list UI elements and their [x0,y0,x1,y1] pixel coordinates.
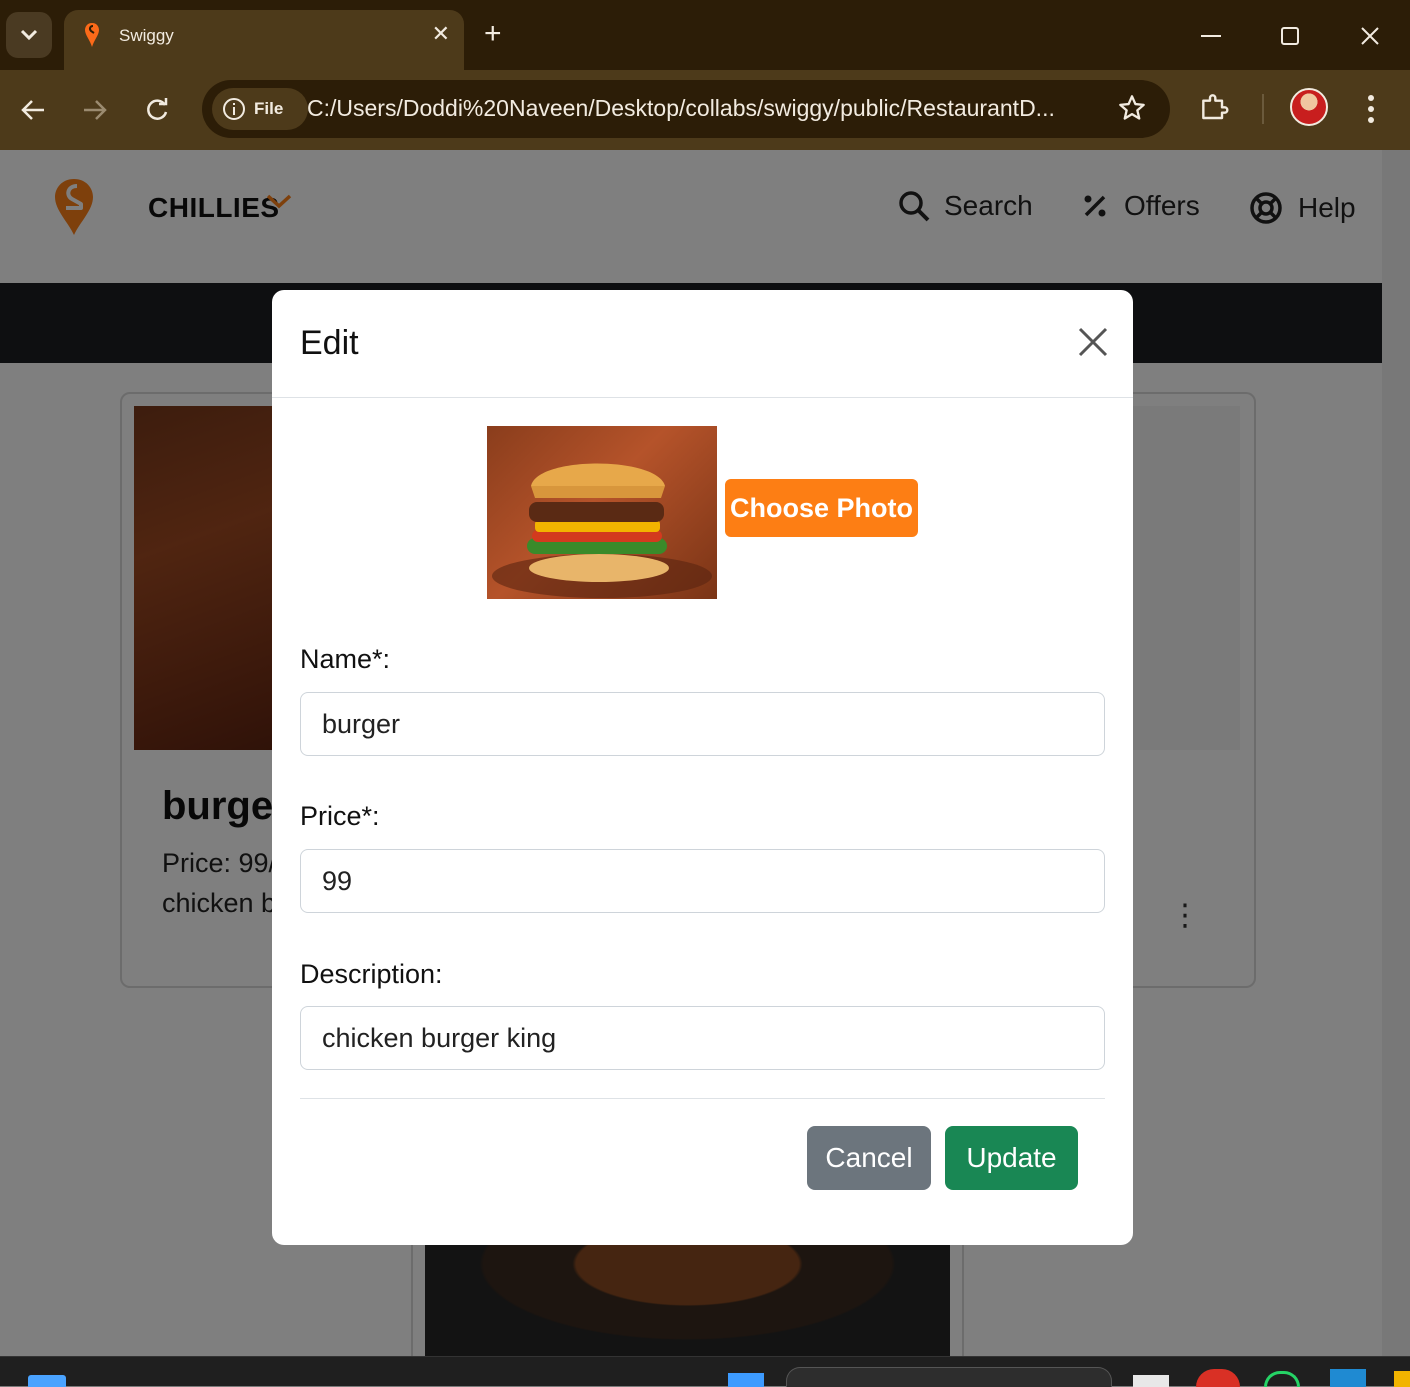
info-icon [223,98,245,120]
update-button[interactable]: Update [945,1126,1078,1190]
choose-photo-button[interactable]: Choose Photo [725,479,918,537]
minimize-icon[interactable] [1191,18,1231,54]
url-text[interactable]: C:/Users/Doddi%20Naveen/Desktop/collabs/… [307,95,1097,122]
maximize-icon[interactable] [1270,18,1310,54]
browser-tab[interactable]: Swiggy ✕ [64,10,464,70]
edit-modal: Edit Choose Photo Name*: Price*: Descrip… [272,290,1133,1245]
chrome-taskbar-icon[interactable] [1196,1369,1240,1387]
close-icon[interactable]: ✕ [432,21,450,47]
close-window-icon[interactable] [1350,18,1390,54]
os-taskbar [0,1356,1410,1387]
modal-title: Edit [300,324,359,362]
toolbar-separator [1262,94,1264,124]
taskbar-app-icon[interactable] [1133,1375,1169,1387]
vscode-taskbar-icon[interactable] [1330,1369,1366,1387]
price-label: Price*: [300,801,380,831]
menu-icon[interactable] [1356,92,1386,126]
taskbar-app-icon[interactable] [1394,1371,1410,1387]
forward-icon[interactable] [75,90,115,130]
price-field[interactable] [300,849,1105,913]
name-label: Name*: [300,644,391,674]
browser-toolbar: File C:/Users/Doddi%20Naveen/Desktop/col… [0,70,1410,150]
description-field[interactable] [300,1006,1105,1070]
windows-start-icon[interactable] [728,1373,764,1387]
cancel-button[interactable]: Cancel [807,1126,931,1190]
site-info-chip[interactable]: File [212,88,308,130]
address-bar[interactable]: File C:/Users/Doddi%20Naveen/Desktop/col… [202,80,1170,138]
profile-avatar[interactable] [1290,88,1328,126]
back-icon[interactable] [13,90,53,130]
plus-icon[interactable]: + [484,16,502,52]
close-icon[interactable] [1077,326,1109,358]
description-label: Description: [300,959,443,989]
chevron-down-icon [20,29,38,41]
tab-list-button[interactable] [6,12,52,58]
site-chip-label: File [254,99,284,118]
reload-icon[interactable] [137,90,177,130]
star-icon[interactable] [1118,94,1146,122]
modal-header: Edit [272,290,1133,398]
taskbar-app-icon[interactable] [28,1375,66,1387]
name-field[interactable] [300,692,1105,756]
extensions-icon[interactable] [1198,90,1230,122]
whatsapp-taskbar-icon[interactable] [1264,1371,1300,1387]
taskbar-search-box[interactable] [786,1367,1112,1387]
swiggy-favicon [85,23,99,47]
modal-footer-divider [300,1098,1105,1099]
tab-title: Swiggy [119,26,174,45]
food-photo-preview [487,426,717,599]
browser-tab-bar: Swiggy ✕ + [0,0,1410,70]
